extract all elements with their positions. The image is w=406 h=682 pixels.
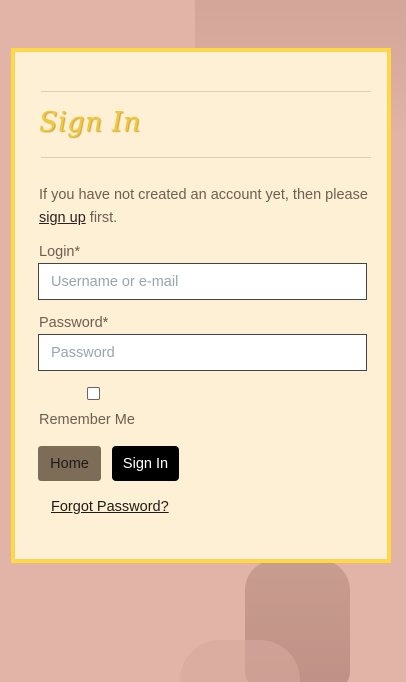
login-placeholder: Username or e-mail: [51, 273, 179, 290]
password-placeholder: Password: [51, 344, 115, 361]
signup-link[interactable]: sign up: [39, 210, 86, 226]
home-button[interactable]: Home: [38, 446, 101, 481]
forgot-password-link[interactable]: Forgot Password?: [51, 499, 169, 515]
ballet-shoe-heel: [180, 640, 300, 682]
signin-button[interactable]: Sign In: [112, 446, 179, 481]
divider-top: [41, 91, 371, 92]
login-label: Login*: [39, 244, 81, 260]
divider-bottom: [41, 157, 371, 158]
intro-text-before: If you have not created an account yet, …: [39, 187, 368, 203]
intro-text-after: first.: [85, 210, 118, 226]
page-title: Sign In: [39, 107, 141, 138]
remember-me-checkbox[interactable]: [87, 387, 100, 400]
signin-card: Sign In If you have not created an accou…: [11, 48, 391, 563]
login-input[interactable]: Username or e-mail: [38, 263, 367, 300]
intro-text: If you have not created an account yet, …: [39, 184, 369, 230]
password-input[interactable]: Password: [38, 334, 367, 371]
remember-me-label: Remember Me: [39, 412, 135, 428]
password-label: Password*: [39, 315, 109, 331]
